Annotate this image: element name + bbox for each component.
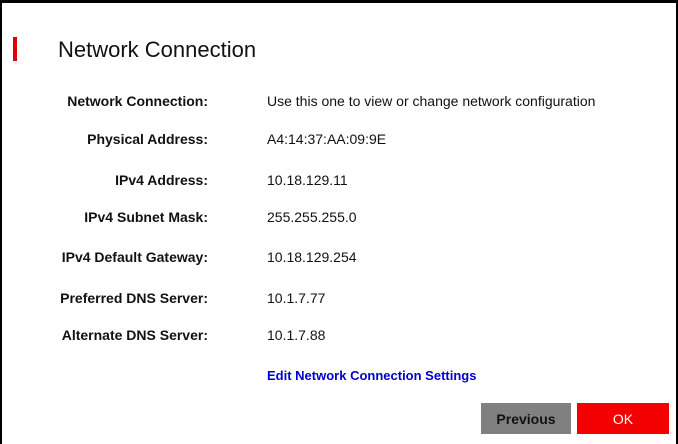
ipv4-subnet-mask-value: 255.255.255.0 bbox=[267, 209, 357, 225]
field-row-ipv4-default-gateway: IPv4 Default Gateway: 10.18.129.254 bbox=[2, 247, 678, 267]
title-accent-bar bbox=[13, 37, 17, 61]
network-connection-dialog: Network Connection Network Connection: U… bbox=[0, 0, 678, 444]
ipv4-subnet-mask-label: IPv4 Subnet Mask: bbox=[84, 209, 208, 225]
physical-address-value: A4:14:37:AA:09:9E bbox=[267, 131, 387, 147]
alternate-dns-label: Alternate DNS Server: bbox=[61, 327, 208, 343]
ipv4-default-gateway-value: 10.18.129.254 bbox=[267, 249, 357, 265]
field-row-physical-address: Physical Address: A4:14:37:AA:09:9E bbox=[2, 129, 678, 149]
network-connection-label: Network Connection: bbox=[67, 93, 208, 109]
ipv4-address-value: 10.18.129.11 bbox=[267, 172, 348, 188]
ipv4-address-label: IPv4 Address: bbox=[115, 172, 208, 188]
preferred-dns-label: Preferred DNS Server: bbox=[60, 290, 208, 306]
field-row-alternate-dns: Alternate DNS Server: 10.1.7.88 bbox=[2, 325, 678, 345]
ipv4-default-gateway-label: IPv4 Default Gateway: bbox=[61, 249, 208, 265]
ok-button[interactable]: OK bbox=[577, 403, 669, 434]
dialog-title: Network Connection bbox=[58, 37, 257, 62]
preferred-dns-value: 10.1.7.77 bbox=[267, 290, 326, 306]
field-row-ipv4-subnet-mask: IPv4 Subnet Mask: 255.255.255.0 bbox=[2, 207, 678, 227]
field-row-ipv4-address: IPv4 Address: 10.18.129.11 bbox=[2, 170, 678, 190]
network-connection-value: Use this one to view or change network c… bbox=[267, 93, 596, 109]
edit-network-settings-link[interactable]: Edit Network Connection Settings bbox=[267, 366, 476, 386]
alternate-dns-value: 10.1.7.88 bbox=[267, 327, 326, 343]
previous-button[interactable]: Previous bbox=[481, 403, 571, 434]
field-row-preferred-dns: Preferred DNS Server: 10.1.7.77 bbox=[2, 288, 678, 308]
field-row-network-connection: Network Connection: Use this one to view… bbox=[2, 91, 678, 111]
physical-address-label: Physical Address: bbox=[87, 131, 208, 147]
